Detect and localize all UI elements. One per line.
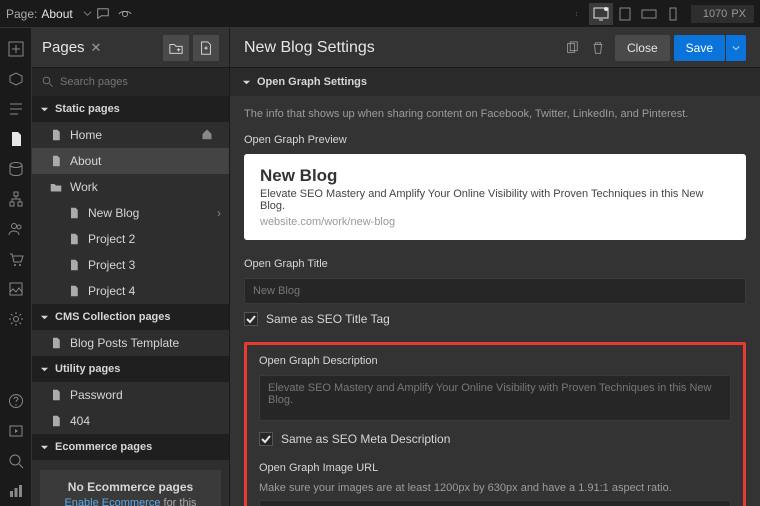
pages-panel: Pages ✕ Static pages Home About Work New Bl… bbox=[32, 28, 230, 506]
page-item-label: Project 2 bbox=[88, 232, 135, 246]
new-folder-button[interactable] bbox=[163, 35, 189, 61]
og-image-label: Open Graph Image URL bbox=[259, 462, 731, 474]
og-desc-label: Open Graph Description bbox=[259, 355, 731, 367]
device-tablet-landscape-icon[interactable] bbox=[637, 3, 661, 25]
rail-nav-icon[interactable] bbox=[0, 94, 32, 124]
pages-list: Static pages Home About Work New Blog › Proje… bbox=[32, 96, 229, 506]
page-item-label: New Blog bbox=[88, 206, 139, 220]
rail-search-icon[interactable] bbox=[0, 446, 32, 476]
page-label: Page: bbox=[6, 7, 37, 21]
device-tablet-icon[interactable] bbox=[613, 3, 637, 25]
og-preview-title: New Blog bbox=[260, 166, 730, 186]
og-preview-url: website.com/work/new-blog bbox=[260, 216, 730, 228]
group-utility[interactable]: Utility pages bbox=[32, 356, 229, 382]
rail-structure-icon[interactable] bbox=[0, 184, 32, 214]
page-item[interactable]: Project 4 bbox=[32, 278, 229, 304]
copy-icon[interactable] bbox=[559, 35, 585, 61]
new-page-button[interactable] bbox=[193, 35, 219, 61]
highlighted-region: Open Graph Description Elevate SEO Maste… bbox=[244, 342, 746, 506]
same-as-title-checkbox[interactable]: Same as SEO Title Tag bbox=[244, 312, 746, 326]
page-item-label: About bbox=[70, 154, 101, 168]
info-text: The info that shows up when sharing cont… bbox=[244, 108, 746, 120]
comment-icon[interactable] bbox=[92, 3, 114, 25]
pages-panel-header: Pages ✕ bbox=[32, 28, 229, 68]
left-rail bbox=[0, 28, 32, 506]
save-button[interactable]: Save bbox=[674, 35, 725, 61]
search-input[interactable] bbox=[60, 76, 219, 88]
group-static[interactable]: Static pages bbox=[32, 96, 229, 122]
same-as-desc-checkbox[interactable]: Same as SEO Meta Description bbox=[259, 432, 731, 446]
more-icon[interactable] bbox=[567, 3, 589, 25]
group-cms[interactable]: CMS Collection pages bbox=[32, 304, 229, 330]
settings-body: The info that shows up when sharing cont… bbox=[230, 96, 760, 506]
page-item[interactable]: About bbox=[32, 148, 229, 174]
og-desc-input[interactable]: Elevate SEO Mastery and Amplify Your Onl… bbox=[259, 375, 731, 421]
page-item-label: Password bbox=[70, 388, 123, 402]
settings-title: New Blog Settings bbox=[244, 39, 375, 57]
page-item[interactable]: Password bbox=[32, 382, 229, 408]
page-item-label: Blog Posts Template bbox=[70, 336, 179, 350]
device-mobile-icon[interactable] bbox=[661, 3, 685, 25]
rail-pages-icon[interactable] bbox=[0, 124, 32, 154]
rail-video-icon[interactable] bbox=[0, 416, 32, 446]
search-pages[interactable] bbox=[32, 68, 229, 96]
page-item[interactable]: Work bbox=[32, 174, 229, 200]
og-preview-desc: Elevate SEO Mastery and Amplify Your Onl… bbox=[260, 188, 730, 212]
preview-icon[interactable] bbox=[114, 3, 136, 25]
enable-ecommerce-link[interactable]: Enable Ecommerce bbox=[64, 497, 160, 506]
og-image-input[interactable] bbox=[259, 500, 731, 506]
og-image-hint: Make sure your images are at least 1200p… bbox=[259, 482, 731, 494]
chevron-down-icon[interactable] bbox=[83, 9, 92, 18]
page-item[interactable]: 404 bbox=[32, 408, 229, 434]
page-item-label: 404 bbox=[70, 414, 90, 428]
pages-panel-title: Pages bbox=[42, 39, 85, 56]
page-item-label: Project 3 bbox=[88, 258, 135, 272]
ecommerce-empty: No Ecommerce pages Enable Ecommerce for … bbox=[40, 470, 221, 506]
page-item-label: Project 4 bbox=[88, 284, 135, 298]
rail-ecommerce-icon[interactable] bbox=[0, 244, 32, 274]
rail-assets-icon[interactable] bbox=[0, 274, 32, 304]
group-ecommerce[interactable]: Ecommerce pages bbox=[32, 434, 229, 460]
page-item-label: Work bbox=[70, 180, 98, 194]
og-title-label: Open Graph Title bbox=[244, 258, 746, 270]
page-item[interactable]: Project 2 bbox=[32, 226, 229, 252]
close-icon[interactable]: ✕ bbox=[91, 40, 102, 56]
og-preview-card: New Blog Elevate SEO Mastery and Amplify… bbox=[244, 154, 746, 240]
close-button[interactable]: Close bbox=[615, 35, 670, 61]
save-dropdown[interactable] bbox=[726, 35, 746, 61]
canvas-width[interactable]: 1070PX bbox=[691, 5, 754, 23]
page-item[interactable]: Home bbox=[32, 122, 229, 148]
rail-settings-icon[interactable] bbox=[0, 304, 32, 334]
og-title-input[interactable] bbox=[244, 278, 746, 304]
settings-panel: New Blog Settings Close Save Open Graph … bbox=[230, 28, 760, 506]
trash-icon[interactable] bbox=[585, 35, 611, 61]
rail-add-icon[interactable] bbox=[0, 34, 32, 64]
chevron-right-icon: › bbox=[217, 206, 221, 220]
settings-header: New Blog Settings Close Save bbox=[230, 28, 760, 68]
rail-box-icon[interactable] bbox=[0, 64, 32, 94]
home-icon bbox=[201, 128, 221, 143]
search-icon bbox=[42, 76, 54, 88]
device-desktop-icon[interactable] bbox=[589, 3, 613, 25]
page-name[interactable]: About bbox=[41, 7, 72, 21]
og-preview-label: Open Graph Preview bbox=[244, 134, 746, 146]
rail-help-icon[interactable] bbox=[0, 386, 32, 416]
rail-cms-icon[interactable] bbox=[0, 154, 32, 184]
rail-users-icon[interactable] bbox=[0, 214, 32, 244]
page-item[interactable]: New Blog › bbox=[32, 200, 229, 226]
page-item-label: Home bbox=[70, 128, 102, 142]
top-bar: Page: About 1070PX bbox=[0, 0, 760, 28]
page-item[interactable]: Blog Posts Template bbox=[32, 330, 229, 356]
section-open-graph[interactable]: Open Graph Settings bbox=[230, 68, 760, 96]
page-item[interactable]: Project 3 bbox=[32, 252, 229, 278]
rail-audit-icon[interactable] bbox=[0, 476, 32, 506]
